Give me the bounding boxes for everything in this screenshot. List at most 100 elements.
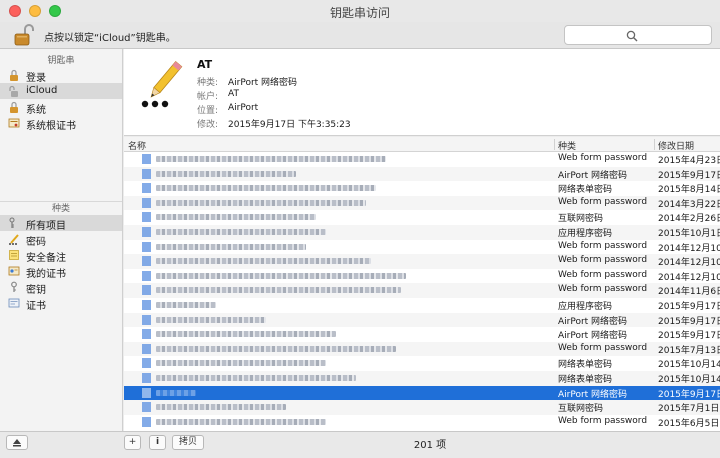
sidebar-item-label: 证书	[26, 301, 46, 312]
table-row[interactable]: AirPort 网络密码 2015年9月17日	[124, 166, 720, 182]
column-header-kind[interactable]: 种类	[558, 139, 576, 152]
date-cell: 2015年10月14日	[658, 374, 720, 385]
kind-cell: Web form password	[558, 153, 648, 163]
sidebar: 钥匙串 登录 iCloud 系统 系统根证书 种类 所有项目 密码 安全备注 我…	[0, 49, 123, 431]
column-divider[interactable]	[654, 139, 655, 150]
sidebar-item-system[interactable]: 系统	[0, 99, 122, 116]
redacted-name	[156, 199, 366, 206]
table-row[interactable]: 应用程序密码 2015年10月1日	[124, 224, 720, 240]
table-row[interactable]: AirPort 网络密码 2015年9月17日	[124, 327, 720, 342]
eject-icon	[13, 439, 21, 447]
keychain-item-icon	[142, 314, 151, 325]
kind-cell: Web form password	[558, 196, 648, 207]
table-row[interactable]: AirPort 网络密码 2015年9月17日	[124, 385, 720, 401]
table-row[interactable]: Web form password 2014年12月10日	[124, 269, 720, 284]
sidebar-item-passwords[interactable]: 密码	[0, 231, 122, 248]
keychain-item-icon	[142, 416, 151, 427]
sidebar-item-all-items[interactable]: 所有项目	[0, 215, 122, 232]
redacted-name	[156, 170, 296, 177]
table-row[interactable]: Web form password 2014年3月22日	[124, 195, 720, 211]
sidebar-item-label: 所有项目	[26, 221, 66, 232]
unlocked-padlock-icon[interactable]	[14, 23, 34, 47]
copy-button[interactable]: 拷贝	[172, 435, 204, 450]
sidebar-item-label: 系统	[26, 105, 46, 116]
date-cell: 2015年10月1日	[658, 228, 720, 239]
table-row[interactable]: Web form password 2015年6月5日	[124, 415, 720, 430]
column-header-date[interactable]: 修改日期	[658, 139, 694, 152]
search-icon	[626, 30, 638, 42]
kind-label: 种类:	[197, 78, 219, 88]
redacted-name	[156, 374, 356, 381]
sidebar-item-my-certificates[interactable]: 我的证书	[0, 263, 122, 280]
date-cell: 2014年12月10日	[658, 272, 720, 283]
kind-cell: Web form password	[558, 269, 648, 280]
date-cell: 2015年9月17日	[658, 301, 720, 312]
sidebar-item-secure-notes[interactable]: 安全备注	[0, 247, 122, 264]
redacted-name	[156, 258, 371, 265]
date-cell: 2014年3月22日	[658, 199, 720, 210]
table-row[interactable]: 网络表单密码 2015年8月14日	[124, 181, 720, 196]
table-row[interactable]: Web form password 2015年4月23日	[124, 152, 720, 167]
table-row[interactable]: Web form password 2014年12月10日	[124, 254, 720, 269]
table-row[interactable]: 应用程序密码 2015年9月17日	[124, 298, 720, 313]
kind-cell: Web form password	[558, 255, 648, 266]
redacted-name	[156, 287, 401, 294]
keychain-item-icon	[142, 387, 151, 398]
sidebar-item-label: 系统根证书	[26, 121, 76, 132]
password-pencil-icon	[134, 56, 190, 112]
table-row[interactable]: Web form password 2014年11月6日	[124, 283, 720, 298]
search-field[interactable]	[564, 25, 712, 45]
redacted-name	[156, 331, 336, 338]
get-info-button[interactable]: i	[149, 435, 166, 450]
table-row[interactable]: Web form password 2014年12月10日	[124, 240, 720, 255]
sidebar-item-icloud[interactable]: iCloud	[0, 83, 122, 99]
kind-cell: Web form password	[558, 342, 648, 353]
date-cell: 2014年2月26日	[658, 214, 720, 225]
password-icon	[8, 233, 20, 245]
sidebar-item-login[interactable]: 登录	[0, 67, 122, 84]
add-item-button[interactable]: +	[124, 435, 141, 450]
kind-cell: Web form password	[558, 240, 648, 251]
date-cell: 2015年9月17日	[658, 170, 720, 181]
item-detail-pane: AT 种类: AirPort 网络密码 帐户: AT 位置: AirPort 修…	[124, 49, 720, 136]
search-input[interactable]	[569, 28, 623, 42]
redacted-name	[156, 345, 396, 352]
table-body: Web form password 2015年4月23日 AirPort 网络密码 2…	[124, 152, 720, 429]
table-row[interactable]: Web form password 2015年7月13日	[124, 341, 720, 357]
where-value: AirPort	[228, 103, 259, 113]
date-cell: 2015年6月5日	[658, 418, 720, 429]
sidebar-item-system-roots[interactable]: 系统根证书	[0, 115, 122, 132]
item-count: 201 项	[413, 440, 447, 451]
column-divider[interactable]	[554, 139, 555, 150]
kind-value: AirPort 网络密码	[228, 78, 298, 88]
keychain-item-icon	[142, 183, 151, 194]
keychain-item-icon	[142, 197, 151, 208]
keychain-item-icon	[142, 270, 151, 281]
table-row[interactable]: 网络表单密码 2015年10月14日	[124, 356, 720, 371]
show-sidebar-button[interactable]	[6, 435, 28, 450]
table-row[interactable]: 网络表单密码 2015年10月14日	[124, 370, 720, 386]
kind-cell: 应用程序密码	[558, 301, 613, 312]
bottom-bar: + i 拷贝 201 项	[0, 431, 720, 458]
sidebar-item-keys[interactable]: 密钥	[0, 279, 122, 296]
kind-cell: 互联网密码	[558, 404, 604, 415]
redacted-name	[156, 389, 196, 396]
redacted-name	[156, 404, 286, 411]
kind-cell: 网络表单密码	[558, 374, 613, 385]
lock-hint-text[interactable]: 点按以锁定“iCloud”钥匙串。	[44, 29, 176, 44]
redacted-name	[156, 228, 326, 235]
sidebar-item-certificates[interactable]: 证书	[0, 295, 122, 312]
keychain-item-icon	[142, 212, 151, 223]
keychain-item-icon	[142, 329, 151, 340]
date-cell: 2015年9月17日	[658, 331, 720, 342]
table-row[interactable]: 互联网密码 2014年2月26日	[124, 210, 720, 225]
kind-cell: 网络表单密码	[558, 185, 613, 196]
keychain-item-icon	[142, 154, 151, 164]
table-row[interactable]: 互联网密码 2015年7月1日	[124, 400, 720, 415]
sidebar-item-label: 我的证书	[26, 269, 66, 280]
redacted-name	[156, 214, 316, 221]
items-table: 名称 种类 修改日期 Web form password 2015年4月23日 Ai…	[124, 137, 720, 431]
column-header-name[interactable]: 名称	[128, 139, 146, 152]
kind-cell: 应用程序密码	[558, 228, 613, 239]
table-row[interactable]: AirPort 网络密码 2015年9月17日	[124, 312, 720, 328]
